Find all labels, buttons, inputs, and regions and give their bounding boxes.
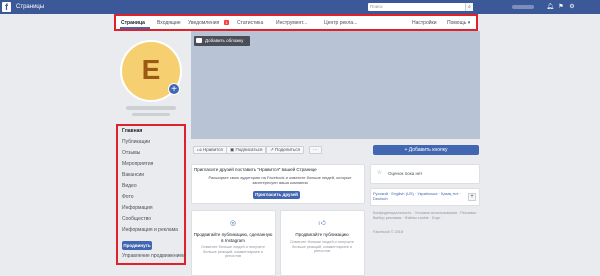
tab-notifications[interactable]: Уведомления — [188, 20, 219, 27]
promo-text: Охватите больше людей и получите больше … — [290, 240, 354, 253]
add-cover-button[interactable]: Добавить обложку — [194, 36, 250, 46]
flag-icon[interactable]: ⚑ — [557, 3, 565, 11]
tab-help[interactable]: Помощь ▾ — [447, 20, 470, 27]
promo-title: Продвигайте публикацию, сделанную в Inst… — [193, 232, 273, 243]
more-button[interactable]: ··· — [309, 146, 322, 154]
follow-label: Подписаться — [235, 147, 263, 152]
share-label: Поделиться — [275, 147, 300, 152]
sidebar-item-events[interactable]: Мероприятия — [122, 161, 153, 168]
promo-text: Охватите больше людей и получите больше … — [201, 245, 265, 258]
page-nav: Страница Входящие Уведомления 1 Статисти… — [114, 14, 478, 31]
instagram-icon: ◎ — [229, 220, 237, 227]
copyright: Facebook © 2018 — [373, 230, 404, 234]
active-tab-indicator — [120, 27, 150, 29]
page-username-blurred — [132, 113, 170, 116]
promo-title: Продвигайте публикацию — [295, 232, 349, 237]
thumbs-up-icon: 👍︎ — [318, 220, 326, 227]
invite-friends-button[interactable]: Пригласить друзей — [253, 191, 300, 199]
tab-ad-center[interactable]: Центр рекла... — [324, 20, 357, 27]
sidebar-item-posts[interactable]: Публикации — [122, 139, 150, 146]
sidebar-item-info[interactable]: Информация — [122, 205, 153, 212]
add-button[interactable]: + Добавить кнопку — [373, 145, 479, 155]
sidebar-item-home[interactable]: Главная — [122, 128, 142, 135]
tab-settings[interactable]: Настройки — [412, 20, 437, 27]
sidebar-item-community[interactable]: Сообщество — [122, 216, 151, 223]
add-photo-icon[interactable]: + — [168, 83, 180, 95]
facebook-logo[interactable]: f — [2, 2, 11, 12]
promote-button[interactable]: Продвинуть — [122, 241, 152, 250]
avatar-letter: E — [141, 54, 161, 85]
tab-page[interactable]: Страница — [121, 20, 145, 27]
invite-title: Пригласите друзей поставить "Нравится" в… — [194, 167, 317, 172]
camera-icon — [196, 38, 202, 43]
tab-statistics[interactable]: Статистика — [237, 20, 263, 27]
notifications-badge: 1 — [224, 19, 229, 25]
rating-card — [370, 164, 480, 184]
star-icon: ☆ — [376, 170, 383, 176]
tab-tools[interactable]: Инструмент... — [276, 20, 307, 27]
manage-promotions-link[interactable]: Управление продвижением — [122, 253, 186, 260]
follow-button[interactable]: ▣ Подписаться — [226, 146, 267, 154]
settings-icon[interactable]: ⚙ — [568, 3, 576, 11]
rating-text: Оценок пока нет — [388, 171, 423, 176]
tab-inbox[interactable]: Входящие — [157, 20, 181, 27]
languages-list[interactable]: Русский · English (US) · Українська · Қа… — [373, 191, 467, 201]
like-button[interactable]: 👍︎ Нравится — [193, 146, 227, 154]
add-language-icon[interactable]: + — [468, 193, 476, 201]
sidebar: Главная Публикации Отзывы Мероприятия Ва… — [116, 124, 186, 265]
user-name-blurred[interactable] — [512, 5, 534, 9]
sidebar-item-reviews[interactable]: Отзывы — [122, 150, 140, 157]
footer-links[interactable]: Конфиденциальность · Условия использован… — [373, 211, 478, 221]
like-label: Нравится — [202, 147, 223, 152]
page-name-blurred — [126, 106, 176, 110]
share-button[interactable]: ↗ Поделиться — [266, 146, 304, 154]
search-icon[interactable]: ⌕ — [465, 3, 473, 11]
invite-text: Расширьте свою аудиторию на Facebook и о… — [208, 175, 352, 185]
sidebar-item-jobs[interactable]: Вакансии — [122, 172, 144, 179]
sidebar-item-info-ads[interactable]: Информация и реклама — [122, 227, 178, 234]
sidebar-item-photos[interactable]: Фото — [122, 194, 134, 201]
sidebar-item-videos[interactable]: Видео — [122, 183, 137, 190]
top-bar — [0, 0, 600, 14]
app-title[interactable]: Страницы — [16, 3, 44, 11]
cover-photo[interactable] — [191, 31, 480, 139]
notifications-icon[interactable]: 🔔︎ — [546, 3, 554, 11]
search-input[interactable]: Поиск — [368, 3, 473, 11]
